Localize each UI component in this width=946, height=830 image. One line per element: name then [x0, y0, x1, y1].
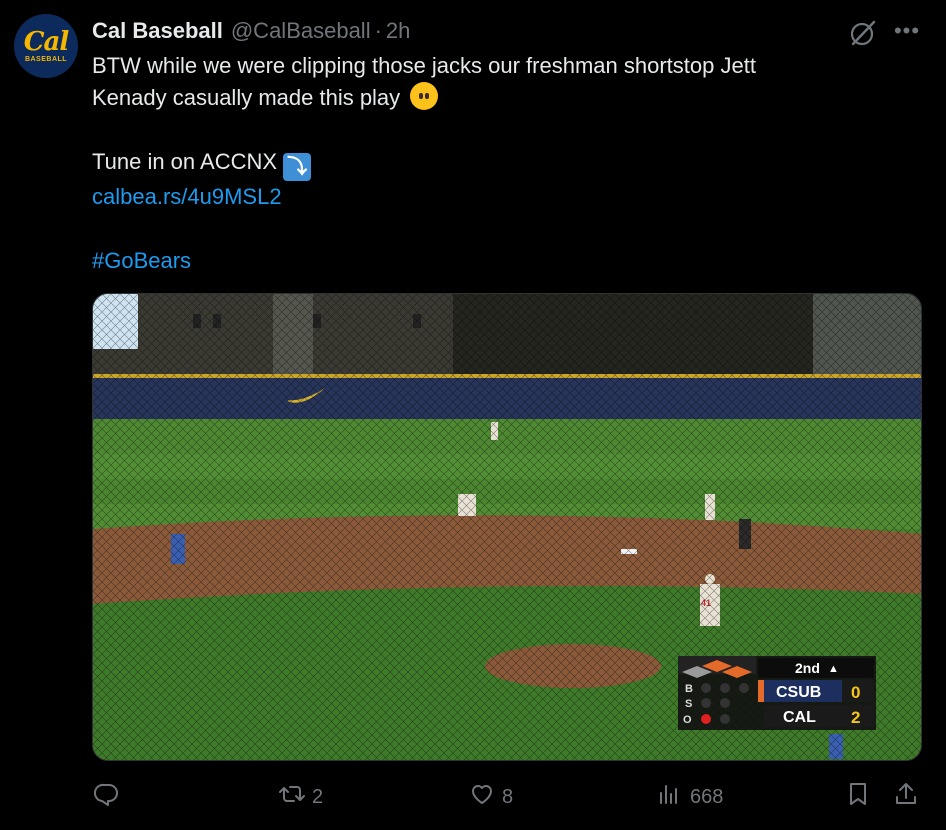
separator: ·	[374, 18, 382, 43]
avatar[interactable]: Cal BASEBALL	[14, 14, 78, 78]
retweet-count: 2	[312, 785, 324, 808]
tweet-text-line-1: BTW while we were clipping those jacks o…	[92, 53, 756, 78]
bookmark-button[interactable]	[844, 778, 872, 816]
team2-name: CAL	[783, 709, 816, 726]
timestamp[interactable]: 2h	[386, 18, 410, 44]
tweet-text-line-3-wrap: Tune in on ACCNX ⤵	[92, 146, 902, 181]
inning-arrow-icon: ▲	[828, 663, 839, 675]
video-media[interactable]: 41 B S O 2nd ▲ CSUB	[92, 293, 922, 761]
hashtag-link[interactable]: #GoBears	[92, 248, 191, 273]
tweet-text-line-3: Tune in on ACCNX	[92, 149, 278, 174]
retweet-button[interactable]: 2	[278, 778, 323, 816]
avatar-subtitle: BASEBALL	[24, 55, 68, 63]
more-options-icon[interactable]: •••	[890, 16, 924, 46]
tweet-text-line-2-wrap: Kenady casually made this play	[92, 82, 902, 114]
team2-score: 2	[851, 708, 860, 727]
tweet-header: Cal Baseball @CalBaseball · 2h	[92, 16, 410, 46]
author-handle[interactable]: @CalBaseball	[231, 18, 371, 44]
right-arrow-curving-down-emoji: ⤵	[283, 153, 312, 181]
views-icon	[656, 780, 684, 814]
video-frame: 41 B S O 2nd ▲ CSUB	[93, 294, 921, 760]
bookmark-icon	[844, 780, 872, 814]
face-without-mouth-emoji	[410, 82, 439, 110]
grok-icon[interactable]	[848, 18, 878, 48]
reply-icon	[92, 780, 120, 814]
scoreboard: B S O 2nd ▲ CSUB 0 CAL 2	[678, 656, 876, 730]
avatar-logo: Cal	[23, 26, 69, 57]
balls-label: B	[685, 683, 693, 695]
reply-button[interactable]	[92, 778, 126, 816]
team1-name: CSUB	[776, 684, 821, 701]
action-bar: 2 8 668	[92, 778, 922, 816]
retweet-icon	[278, 780, 306, 814]
strikes-label: S	[685, 698, 692, 710]
share-button[interactable]	[892, 778, 920, 816]
out-indicator	[701, 714, 711, 724]
team1-score: 0	[851, 683, 860, 702]
tweet-text-line-2: Kenady casually made this play	[92, 85, 401, 110]
share-icon	[892, 780, 920, 814]
link-line: calbea.rs/4u9MSL2	[92, 181, 902, 213]
inning-label: 2nd	[795, 660, 820, 676]
like-button[interactable]: 8	[468, 778, 513, 816]
views-button[interactable]: 668	[656, 778, 723, 816]
outs-label: O	[683, 714, 692, 726]
tweet-body: BTW while we were clipping those jacks o…	[92, 50, 902, 277]
author-name[interactable]: Cal Baseball	[92, 18, 223, 44]
like-count: 8	[502, 785, 514, 808]
tweet-link[interactable]: calbea.rs/4u9MSL2	[92, 184, 282, 209]
heart-icon	[468, 780, 496, 814]
hashtag-line: #GoBears	[92, 245, 902, 277]
views-count: 668	[690, 785, 724, 808]
